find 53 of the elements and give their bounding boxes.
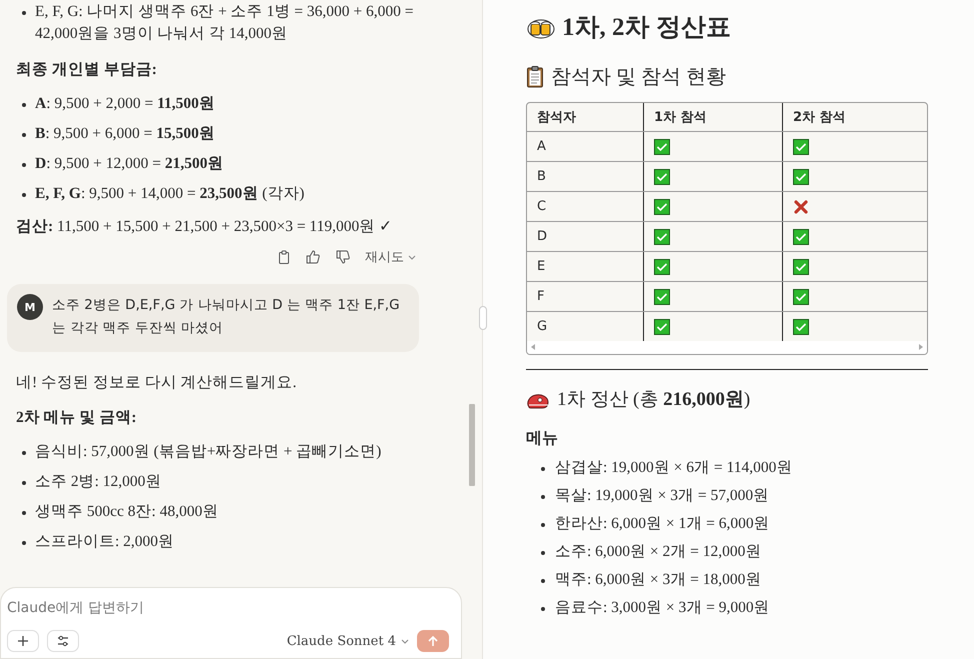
list-item: 소주: 6,000원 × 2개 = 12,000원	[538, 541, 928, 563]
message-text: 네! 수정된 정보로 다시 계산해드릴게요.	[16, 373, 298, 393]
plus-icon	[17, 635, 29, 647]
document-title: 1차, 2차 정산표	[562, 13, 731, 43]
column-header: 2차 참석	[782, 103, 927, 132]
table-cell: D	[527, 222, 644, 252]
avatar: M	[17, 294, 43, 320]
table-cell: F	[527, 282, 644, 312]
list-item: 한라산: 6,000원 × 1개 = 6,000원	[538, 513, 928, 535]
message-text: 검산: 11,500 + 15,500 + 21,500 + 23,500×3 = 119,000원 ✓	[16, 217, 394, 237]
list-item: 목살: 19,000원 × 3개 = 57,000원	[538, 485, 928, 507]
thumbs-down-icon	[335, 249, 351, 265]
list-item: B: 9,500 + 6,000 = 15,500원	[20, 123, 446, 145]
section-heading: 2차 메뉴 및 금액:	[16, 408, 138, 428]
table-cell: G	[527, 312, 644, 341]
list-item: D: 9,500 + 12,000 = 21,500원	[20, 153, 446, 175]
chevron-down-icon	[408, 254, 416, 260]
list-item: A: 9,500 + 2,000 = 11,500원	[20, 93, 446, 115]
thumbs-up-icon	[305, 249, 321, 265]
list-item: 음식비: 57,000원 (볶음밥+짜장라면 + 곱빼기소면)	[20, 441, 446, 463]
chevron-down-icon	[401, 638, 409, 644]
user-message-text: 소주 2병은 D,E,F,G 가 나눠마시고 D 는 맥주 1잔 E,F,G 는 각각 맥주 두잔씩 마셨어	[52, 296, 401, 338]
clipboard-icon	[277, 250, 291, 264]
sliders-icon	[57, 635, 69, 647]
scrollbar-thumb[interactable]	[469, 404, 475, 486]
list-item: E, F, G: 9,500 + 14,000 = 23,500원 (각자)	[20, 183, 446, 205]
subsection-heading: 메뉴	[526, 429, 559, 449]
list-item: 스프라이트: 2,000원	[20, 531, 446, 553]
resize-handle[interactable]	[479, 306, 487, 330]
clipboard-icon	[526, 65, 544, 89]
list-item: E, F, G: 나머지 생맥주 6잔 + 소주 1병 = 36,000 + 6,000 = 42,000원을 3명이 나눠서 각 14,000원	[20, 1, 446, 45]
section-heading: 1차 정산 (총 216,000원)	[557, 388, 750, 412]
list-item: 맥주: 6,000원 × 3개 = 18,000원	[538, 569, 928, 591]
model-selector[interactable]: Claude Sonnet 4	[286, 634, 409, 648]
tools-button[interactable]	[47, 630, 79, 652]
arrow-up-icon	[427, 635, 439, 647]
section-heading: 참석자 및 참석 현황	[551, 65, 726, 90]
column-header: 1차 참석	[644, 103, 782, 132]
list-item: 생맥주 500cc 8잔: 48,000원	[20, 501, 446, 523]
list-item: 삼겹살: 19,000원 × 6개 = 114,000원	[538, 457, 928, 479]
scroll-right-icon	[919, 344, 923, 350]
list-item: 음료수: 3,000원 × 3개 = 9,000원	[538, 597, 928, 619]
scroll-left-icon	[531, 344, 535, 350]
section-heading: 최종 개인별 부담금:	[16, 60, 158, 80]
add-button[interactable]	[7, 630, 39, 652]
reply-input-field[interactable]: Claude에게 답변하기 Claude Sonnet 4	[0, 587, 462, 659]
table-cell: C	[527, 192, 644, 222]
list-item: 소주 2병: 12,000원	[20, 471, 446, 493]
column-header: 참석자	[527, 103, 644, 132]
retry-button[interactable]: 재시도	[363, 246, 418, 268]
table-cell: A	[527, 132, 644, 162]
table-cell: B	[527, 162, 644, 192]
table-cell: E	[527, 252, 644, 282]
